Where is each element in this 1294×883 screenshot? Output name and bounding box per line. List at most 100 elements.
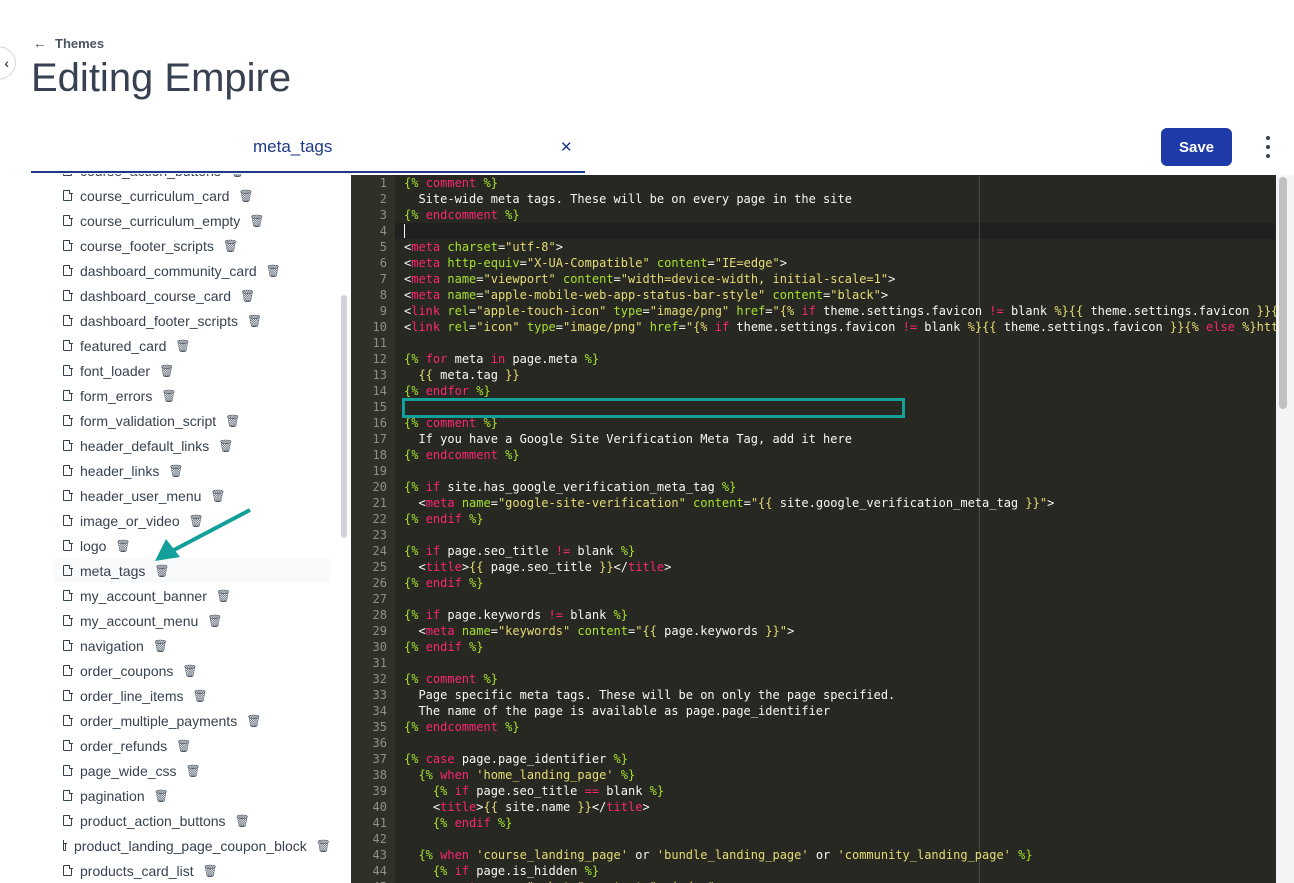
code-line[interactable]: 44 {% if page.is_hidden %}: [351, 863, 1277, 879]
code-text[interactable]: <title>{{ site.name }}</title>: [404, 799, 650, 815]
code-line[interactable]: 42: [351, 831, 1277, 847]
file-item-product-landing-page-coupon-block[interactable]: product_landing_page_coupon_block 🗑: [53, 833, 331, 858]
code-text[interactable]: The name of the page is available as pag…: [404, 703, 830, 719]
file-item-label[interactable]: order_multiple_payments: [80, 713, 237, 729]
trash-icon[interactable]: 🗑: [316, 839, 331, 853]
code-line[interactable]: 45 <meta name="robots" content="noindex"…: [351, 879, 1277, 883]
code-line[interactable]: 39 {% if page.seo_title == blank %}: [351, 783, 1277, 799]
code-line[interactable]: 27: [351, 591, 1277, 607]
trash-icon[interactable]: 🗑: [210, 489, 225, 503]
file-item-label[interactable]: dashboard_footer_scripts: [80, 313, 238, 329]
trash-icon[interactable]: 🗑: [186, 764, 201, 778]
file-item-label[interactable]: logo: [80, 538, 106, 554]
file-item-dashboard-community-card[interactable]: dashboard_community_card 🗑: [53, 258, 331, 283]
code-line[interactable]: 37 {% case page.page_identifier %}: [351, 751, 1277, 767]
file-item-font-loader[interactable]: font_loader 🗑: [53, 358, 331, 383]
file-item-label[interactable]: header_user_menu: [80, 488, 201, 504]
more-options-icon[interactable]: [1258, 134, 1278, 160]
trash-icon[interactable]: 🗑: [159, 364, 174, 378]
code-text[interactable]: {% endfor %}: [404, 383, 491, 399]
code-line[interactable]: 35 {% endcomment %}: [351, 719, 1277, 735]
code-text[interactable]: <meta http-equiv="X-UA-Compatible" conte…: [404, 255, 787, 271]
file-item-label[interactable]: order_coupons: [80, 663, 173, 679]
trash-icon[interactable]: 🗑: [246, 714, 261, 728]
code-line[interactable]: 5 <meta charset="utf-8">: [351, 239, 1277, 255]
trash-icon[interactable]: 🗑: [176, 739, 191, 753]
file-item-label[interactable]: order_line_items: [80, 688, 184, 704]
file-item-label[interactable]: form_errors: [80, 388, 152, 404]
breadcrumb[interactable]: ← Themes: [33, 35, 104, 51]
code-line[interactable]: 33 Page specific meta tags. These will b…: [351, 687, 1277, 703]
file-item-label[interactable]: meta_tags: [80, 563, 145, 579]
file-item-course-action-buttons[interactable]: course_action_buttons 🗑: [53, 174, 331, 183]
trash-icon[interactable]: 🗑: [182, 664, 197, 678]
code-text[interactable]: {% if site.has_google_verification_meta_…: [404, 479, 736, 495]
file-item-my-account-menu[interactable]: my_account_menu 🗑: [53, 608, 331, 633]
file-item-label[interactable]: course_curriculum_card: [80, 188, 229, 204]
file-item-label[interactable]: header_links: [80, 463, 159, 479]
file-item-order-multiple-payments[interactable]: order_multiple_payments 🗑: [53, 708, 331, 733]
code-text[interactable]: <link rel="apple-touch-icon" type="image…: [404, 303, 1277, 319]
collapse-sidebar-button[interactable]: ‹: [0, 46, 16, 80]
file-item-label[interactable]: navigation: [80, 638, 144, 654]
code-text[interactable]: {% if page.keywords != blank %}: [404, 607, 628, 623]
file-item-course-footer-scripts[interactable]: course_footer_scripts 🗑: [53, 233, 331, 258]
trash-icon[interactable]: 🗑: [235, 814, 250, 828]
code-text[interactable]: <meta name="robots" content="noindex">: [404, 879, 722, 883]
file-item-label[interactable]: featured_card: [80, 338, 166, 354]
trash-icon[interactable]: 🗑: [115, 539, 130, 553]
file-item-order-line-items[interactable]: order_line_items 🗑: [53, 683, 331, 708]
code-line[interactable]: 14 {% endfor %}: [351, 383, 1277, 399]
file-item-products-card-list[interactable]: products_card_list 🗑: [53, 858, 331, 883]
code-text[interactable]: {% endcomment %}: [404, 207, 520, 223]
trash-icon[interactable]: 🗑: [216, 589, 231, 603]
code-text[interactable]: {% for meta in page.meta %}: [404, 351, 599, 367]
code-text[interactable]: {% if page.seo_title == blank %}: [404, 783, 664, 799]
code-line[interactable]: 22 {% endif %}: [351, 511, 1277, 527]
trash-icon[interactable]: 🗑: [240, 289, 255, 303]
code-text[interactable]: {% if page.is_hidden %}: [404, 863, 599, 879]
code-line[interactable]: 6 <meta http-equiv="X-UA-Compatible" cont…: [351, 255, 1277, 271]
file-item-label[interactable]: course_curriculum_empty: [80, 213, 240, 229]
code-line[interactable]: 21 <meta name="google-site-verification"…: [351, 495, 1277, 511]
code-line[interactable]: 23: [351, 527, 1277, 543]
tab-meta-tags[interactable]: meta_tags ✕: [31, 128, 585, 173]
save-button[interactable]: Save: [1161, 128, 1232, 166]
file-item-featured-card[interactable]: featured_card 🗑: [53, 333, 331, 358]
file-item-label[interactable]: header_default_links: [80, 438, 209, 454]
code-text[interactable]: {% endif %}: [404, 815, 513, 831]
code-line[interactable]: 41 {% endif %}: [351, 815, 1277, 831]
editor-scrollbar-thumb[interactable]: [1279, 177, 1287, 409]
code-line[interactable]: 4: [351, 223, 1277, 239]
trash-icon[interactable]: 🗑: [193, 689, 208, 703]
trash-icon[interactable]: 🗑: [225, 414, 240, 428]
file-item-label[interactable]: font_loader: [80, 363, 150, 379]
code-text[interactable]: <link rel="icon" type="image/png" href="…: [404, 319, 1277, 335]
file-item-page-wide-css[interactable]: page_wide_css 🗑: [53, 758, 331, 783]
code-text[interactable]: {% endcomment %}: [404, 719, 520, 735]
trash-icon[interactable]: 🗑: [153, 639, 168, 653]
code-line[interactable]: 12 {% for meta in page.meta %}: [351, 351, 1277, 367]
close-tab-icon[interactable]: ✕: [560, 138, 573, 156]
code-line[interactable]: 18 {% endcomment %}: [351, 447, 1277, 463]
code-editor[interactable]: 1 {% comment %} 2 Site-wide meta tags. The…: [351, 175, 1277, 883]
trash-icon[interactable]: 🗑: [230, 174, 245, 178]
file-item-label[interactable]: product_action_buttons: [80, 813, 226, 829]
code-text[interactable]: {% endif %}: [404, 511, 484, 527]
code-text[interactable]: <meta name="google-site-verification" co…: [404, 495, 1054, 511]
code-text[interactable]: {% when 'home_landing_page' %}: [404, 767, 635, 783]
code-line[interactable]: 13 {{ meta.tag }}: [351, 367, 1277, 383]
code-text[interactable]: <title>{{ page.seo_title }}</title>: [404, 559, 671, 575]
code-text[interactable]: {% endif %}: [404, 639, 484, 655]
sidebar-scrollbar[interactable]: [341, 295, 347, 538]
file-item-dashboard-footer-scripts[interactable]: dashboard_footer_scripts 🗑: [53, 308, 331, 333]
file-item-order-coupons[interactable]: order_coupons 🗑: [53, 658, 331, 683]
trash-icon[interactable]: 🗑: [203, 864, 218, 878]
code-line[interactable]: 20 {% if site.has_google_verification_met…: [351, 479, 1277, 495]
file-item-label[interactable]: course_footer_scripts: [80, 238, 214, 254]
trash-icon[interactable]: 🗑: [249, 214, 264, 228]
code-line[interactable]: 8 <meta name="apple-mobile-web-app-status…: [351, 287, 1277, 303]
code-text[interactable]: {% endif %}: [404, 575, 484, 591]
file-item-my-account-banner[interactable]: my_account_banner 🗑: [53, 583, 331, 608]
trash-icon[interactable]: 🗑: [161, 389, 176, 403]
